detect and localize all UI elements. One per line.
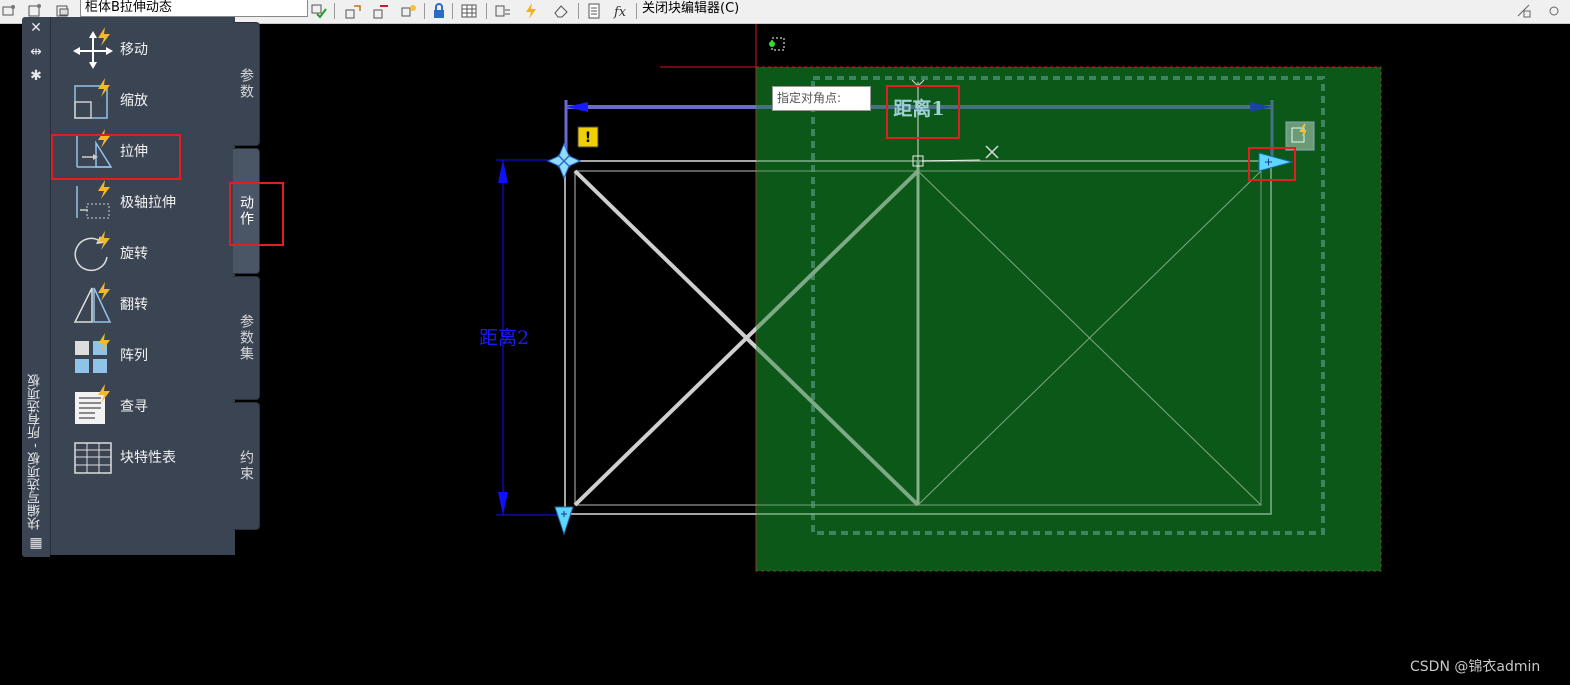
tool-lookup[interactable]: 查寻 [72, 384, 232, 428]
tab-parameters-label: 参数 [238, 68, 254, 100]
alert-exclamation-icon: ! [585, 130, 591, 146]
lookup-action-icon [75, 384, 110, 424]
tab-constraints[interactable]: 约束 [233, 402, 260, 530]
close-icon[interactable]: ✕ [28, 20, 44, 36]
dimension2-arrow-bottom [498, 492, 508, 515]
highlight-actions-tab [229, 182, 284, 246]
gear-icon[interactable]: ✱ [28, 68, 44, 84]
palette-content: 移动 缩放 拉伸 极轴拉伸 旋转 翻转 阵列 查寻 块特性表 [54, 19, 232, 553]
dimension2-arrow-top [498, 160, 508, 183]
palette-title-strip: ✕ ⇹ ✱ 块编写选项板 - 所有选项板 ▦ [22, 17, 50, 557]
flip-action-icon [73, 282, 112, 323]
tab-parameter-sets[interactable]: 参数集 [233, 276, 260, 400]
tool-rotate[interactable]: 旋转 [72, 231, 232, 275]
tab-parameters[interactable]: 参数 [233, 22, 260, 146]
rotate-action-icon [74, 231, 110, 272]
command-tooltip: 指定对角点: [772, 86, 871, 111]
tool-label-scale: 缩放 [120, 93, 148, 109]
tab-constraints-label: 约束 [238, 450, 254, 482]
tool-scale[interactable]: 缩放 [72, 78, 232, 122]
tool-label-move: 移动 [120, 42, 148, 58]
watermark: CSDN @锦衣admin [1410, 659, 1541, 675]
tool-flip[interactable]: 翻转 [72, 282, 232, 326]
tool-array[interactable]: 阵列 [72, 333, 232, 377]
stretch-action-badge[interactable] [1285, 121, 1315, 151]
dimension1-arrow-left [566, 102, 588, 112]
tool-label-rotate: 旋转 [120, 246, 148, 262]
tool-label-flip: 翻转 [120, 297, 148, 313]
scale-action-icon [74, 78, 110, 119]
window-start-dot [769, 41, 775, 47]
distance1-label[interactable]: 距离1 [893, 97, 944, 120]
tool-block-properties-table[interactable]: 块特性表 [72, 435, 232, 479]
move-action-icon [73, 27, 113, 69]
tool-label-block-properties-table: 块特性表 [120, 450, 176, 466]
array-action-icon [75, 333, 110, 373]
tool-move[interactable]: 移动 [72, 27, 232, 71]
palette-properties-icon[interactable]: ▦ [28, 535, 44, 551]
distance2-label[interactable]: 距离2 [479, 327, 529, 349]
tool-label-array: 阵列 [120, 348, 148, 364]
palette-title: 块编写选项板 - 所有选项板 [28, 374, 43, 530]
tool-polar-stretch[interactable]: 极轴拉伸 [72, 180, 232, 224]
polar-stretch-action-icon [76, 180, 110, 219]
tool-label-lookup: 查寻 [120, 399, 148, 415]
highlight-stretch-tool [51, 134, 181, 180]
tab-parameter-sets-label: 参数集 [238, 314, 254, 362]
autohide-icon[interactable]: ⇹ [28, 44, 44, 60]
palette-body: 移动 缩放 拉伸 极轴拉伸 旋转 翻转 阵列 查寻 块特性表 [50, 17, 235, 555]
block-properties-table-icon [74, 442, 112, 474]
tool-label-polar-stretch: 极轴拉伸 [120, 195, 176, 211]
